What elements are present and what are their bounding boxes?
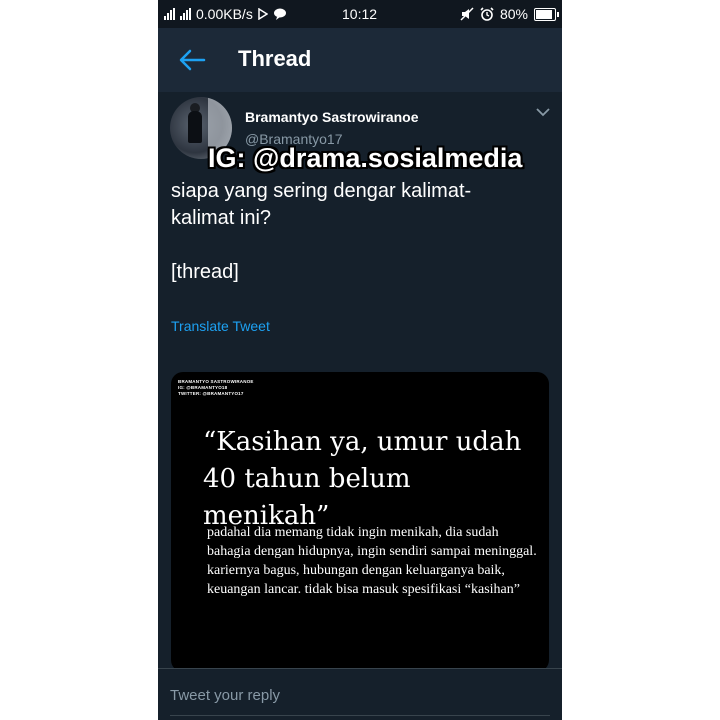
mute-icon <box>460 7 474 21</box>
status-left: 0.00KB/s <box>164 6 287 22</box>
battery-icon <box>534 7 559 21</box>
status-bar: 0.00KB/s 10:12 80% <box>158 0 562 28</box>
media-credit: BRAMANTYO SASTROWIRANOE IG: @BRAMANTYO18… <box>178 379 254 397</box>
reply-input[interactable] <box>170 687 550 704</box>
reply-bar <box>158 668 562 720</box>
media-body-text: padahal dia memang tidak ingin menikah, … <box>207 525 537 597</box>
tweet-text-line: [thread] <box>171 261 239 283</box>
play-store-icon <box>258 8 268 20</box>
battery-percent: 80% <box>499 6 528 22</box>
media-credit-line: TWITTER: @BRAMANTYO17 <box>178 391 244 396</box>
tweet-text: siapa yang sering dengar kalimat- kalima… <box>171 178 541 286</box>
tweet-media-image[interactable]: BRAMANTYO SASTROWIRANOE IG: @BRAMANTYO18… <box>171 372 549 672</box>
watermark: IG: @drama.sosialmedia <box>208 143 523 173</box>
author-name[interactable]: Bramantyo Sastrowiranoe <box>245 109 419 125</box>
status-time: 10:12 <box>342 6 378 22</box>
chat-icon <box>273 8 286 20</box>
phone-screen: 0.00KB/s 10:12 80% Thread Bramantyo Sast… <box>158 0 562 720</box>
avatar-figure-body <box>188 111 202 143</box>
status-right: 80% <box>460 6 559 22</box>
tweet-text-line: siapa yang sering dengar kalimat- <box>171 180 472 202</box>
chevron-down-icon[interactable] <box>536 107 550 117</box>
signal-icon <box>180 8 191 20</box>
network-speed: 0.00KB/s <box>196 6 253 22</box>
tweet-text-spacer <box>171 232 541 259</box>
reply-underline <box>170 715 550 716</box>
header-bar: Thread <box>158 28 562 92</box>
back-arrow-icon[interactable] <box>178 48 206 72</box>
signal-icon <box>164 8 175 20</box>
media-quote: “Kasihan ya, umur udah 40 tahun belum me… <box>203 427 522 531</box>
tweet-text-line: kalimat ini? <box>171 207 272 229</box>
translate-tweet-link[interactable]: Translate Tweet <box>171 318 270 334</box>
alarm-icon <box>480 7 494 21</box>
page-title: Thread <box>238 46 312 71</box>
